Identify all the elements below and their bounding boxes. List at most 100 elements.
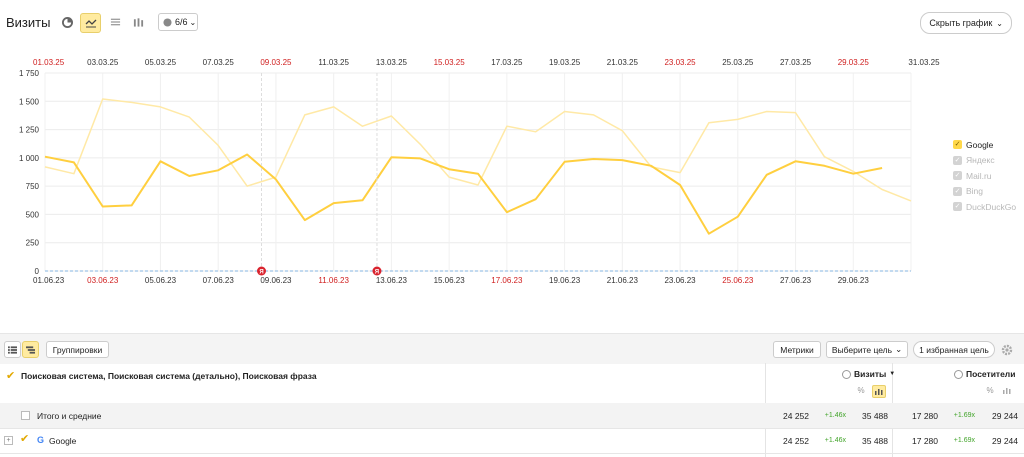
x-top-tick-label: 15.03.25 xyxy=(434,58,466,67)
area-chart-icon xyxy=(110,18,120,26)
info-icon xyxy=(842,369,851,379)
area-chart-button[interactable] xyxy=(106,13,124,31)
y-tick-label: 0 xyxy=(35,267,40,276)
legend-label: Bing xyxy=(966,186,984,197)
legend-item[interactable]: ✓ Google xyxy=(953,137,1016,153)
visitors-column-header[interactable]: Посетители xyxy=(954,369,1015,379)
select-all-checkbox[interactable]: ✔ xyxy=(6,369,15,382)
legend-checkbox[interactable]: ✓ xyxy=(953,155,962,165)
row-visits-prev: 24 252 xyxy=(783,436,809,446)
segments-count: 6/6 xyxy=(175,17,188,27)
x-top-tick-label: 29.03.25 xyxy=(838,58,870,67)
pie-chart-button[interactable] xyxy=(58,13,76,31)
x-bottom-tick-label: 27.06.23 xyxy=(780,276,812,285)
x-bottom-tick-label: 15.06.23 xyxy=(434,276,466,285)
list-view-button[interactable] xyxy=(4,341,21,358)
segments-dropdown[interactable]: 6/6 ⌄ xyxy=(158,13,198,31)
goal-select-label: Выберите цель xyxy=(831,344,893,355)
legend-item[interactable]: ✓ DuckDuckGo xyxy=(953,199,1016,215)
expand-icon[interactable]: + xyxy=(4,436,13,445)
visits-column-header[interactable]: Визиты ▼ xyxy=(842,369,895,379)
legend-label: Mail.ru xyxy=(966,170,992,181)
x-bottom-tick-label: 13.06.23 xyxy=(376,276,408,285)
x-top-tick-label: 31.03.25 xyxy=(908,58,940,67)
legend-label: Яндекс xyxy=(966,155,995,166)
x-top-tick-label: 21.03.25 xyxy=(607,58,639,67)
series-line-current xyxy=(44,153,883,235)
x-bottom-tick-label: 17.06.23 xyxy=(491,276,523,285)
visitors-percent-toggle[interactable]: % xyxy=(984,386,996,395)
hide-chart-label: Скрыть график xyxy=(929,18,993,28)
y-tick-label: 500 xyxy=(26,210,40,219)
legend-label: DuckDuckGo xyxy=(966,201,1017,212)
hide-chart-button[interactable]: Скрыть график ⌄ xyxy=(920,12,1012,34)
y-tick-label: 1 000 xyxy=(19,154,40,163)
x-bottom-tick-label: 23.06.23 xyxy=(664,276,696,285)
pie-chart-icon xyxy=(61,16,73,28)
row-checkbox[interactable]: ✔ xyxy=(20,432,29,445)
legend-checkbox[interactable]: ✓ xyxy=(953,202,962,212)
bar-chart-icon xyxy=(1003,388,1011,394)
goal-select[interactable]: Выберите цель ⌄ xyxy=(826,341,908,358)
visits-bar-toggle[interactable] xyxy=(872,385,886,398)
visitors-bar-toggle[interactable] xyxy=(1003,386,1011,396)
table-header-row: ✔ Поисковая система, Поисковая система (… xyxy=(0,363,1024,404)
x-top-tick-label: 01.03.25 xyxy=(33,58,65,67)
total-label: Итого и средние xyxy=(37,411,102,421)
x-bottom-tick-label: 09.06.23 xyxy=(260,276,292,285)
x-top-tick-label: 09.03.25 xyxy=(260,58,292,67)
y-tick-label: 1 500 xyxy=(19,97,40,106)
total-visits-curr: 35 488 xyxy=(862,411,888,421)
legend-checkbox[interactable]: ✓ xyxy=(953,140,962,150)
annotation-label: Я xyxy=(259,270,263,276)
tree-view-button[interactable] xyxy=(22,341,39,358)
legend-item[interactable]: ✓ Mail.ru xyxy=(953,168,1016,184)
bar-chart-button[interactable] xyxy=(129,13,147,31)
x-top-tick-label: 23.03.25 xyxy=(664,58,696,67)
series-line-comparison xyxy=(44,98,912,202)
x-top-tick-label: 07.03.25 xyxy=(203,58,235,67)
table-row[interactable]: + ✔ G Google 24 252 +1.46x 35 488 17 280… xyxy=(0,428,1024,454)
total-checkbox[interactable] xyxy=(21,411,30,420)
x-top-tick-label: 11.03.25 xyxy=(318,58,349,67)
legend-item[interactable]: ✓ Яндекс xyxy=(953,153,1016,169)
settings-button[interactable] xyxy=(1001,343,1013,361)
line-chart-button[interactable] xyxy=(80,13,101,33)
row-visits-curr: 35 488 xyxy=(862,436,888,446)
legend-checkbox[interactable]: ✓ xyxy=(953,186,962,196)
row-visitors-curr: 29 244 xyxy=(992,436,1018,446)
x-top-tick-label: 05.03.25 xyxy=(145,58,177,67)
visits-header-label: Визиты xyxy=(854,369,887,379)
x-top-tick-label: 25.03.25 xyxy=(722,58,754,67)
chevron-down-icon: ⌄ xyxy=(189,17,197,27)
google-logo-icon: G xyxy=(37,435,45,445)
row-visitors-prev: 17 280 xyxy=(912,436,938,446)
bar-chart-icon xyxy=(133,18,143,27)
legend-checkbox[interactable]: ✓ xyxy=(953,171,962,181)
chart-legend: ✓ Google ✓ Яндекс ✓ Mail.ru ✓ Bing ✓ DuckDuckGo xyxy=(953,137,1016,215)
legend-label: Google xyxy=(966,139,994,150)
list-icon xyxy=(8,345,17,354)
x-top-tick-label: 03.03.25 xyxy=(87,58,119,67)
tree-icon xyxy=(26,345,35,354)
x-bottom-tick-label: 05.06.23 xyxy=(145,276,177,285)
x-bottom-tick-label: 03.06.23 xyxy=(87,276,119,285)
row-visitors-delta: +1.69x xyxy=(953,437,975,444)
x-top-tick-label: 19.03.25 xyxy=(549,58,581,67)
x-bottom-tick-label: 19.06.23 xyxy=(549,276,581,285)
annotation-label: Я xyxy=(375,270,379,276)
legend-item[interactable]: ✓ Bing xyxy=(953,184,1016,200)
line-chart-icon xyxy=(85,19,96,28)
favorite-goal-button[interactable]: 1 избранная цель xyxy=(913,341,995,358)
check-icon: ✔ xyxy=(20,433,30,445)
x-bottom-tick-label: 29.06.23 xyxy=(838,276,870,285)
y-tick-label: 750 xyxy=(26,182,40,191)
groupings-button[interactable]: Группировки xyxy=(46,341,109,358)
total-visits-prev: 24 252 xyxy=(783,411,809,421)
y-tick-label: 1 750 xyxy=(19,69,40,78)
x-bottom-tick-label: 11.06.23 xyxy=(318,276,349,285)
visits-percent-toggle[interactable]: % xyxy=(855,386,867,398)
metrics-button[interactable]: Метрики xyxy=(773,341,821,358)
total-visits-delta: +1.46x xyxy=(824,412,846,419)
x-top-tick-label: 27.03.25 xyxy=(780,58,812,67)
